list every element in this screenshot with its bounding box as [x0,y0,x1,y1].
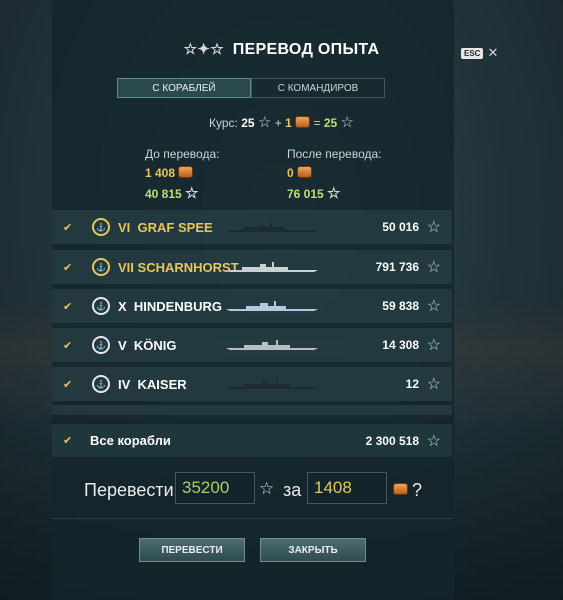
rate-equals: = [313,116,321,130]
for-label: за [283,480,302,500]
close-icon: ✕ [487,46,499,61]
question-mark: ? [412,480,423,500]
ship-row-kaiser[interactable]: ✔ ⚓ IV KAISER 12 ☆ [52,367,452,401]
checkbox-checked-icon[interactable]: ✔ [63,221,72,234]
ship-name: V KÖNIG [118,337,177,353]
checkbox-checked-icon[interactable]: ✔ [63,339,72,352]
ship-type-emblem-icon: ⚓ [92,336,110,354]
close-button[interactable]: ESC ✕ [461,47,498,60]
ship-silhouette-icon [226,261,318,272]
ship-type-emblem-icon: ⚓ [92,258,110,276]
doubloon-icon [393,483,408,495]
before-free-xp: 40 815 [145,187,182,201]
xp-star-icon: ☆ [426,298,441,315]
ship-xp: 14 308 [382,338,419,352]
ship-row-scharnhorst[interactable]: ✔ ⚓ VII SCHARNHORST 791 736 ☆ [52,250,452,284]
after-free-xp: 76 015 [287,187,324,201]
xp-star-icon: ☆ [426,259,441,276]
close-dialog-button[interactable]: ЗАКРЫТЬ [260,538,366,562]
ship-row-graf-spee[interactable]: ✔ ⚓ VI GRAF SPEE 50 016 ☆ [52,210,452,244]
ship-row-hindenburg[interactable]: ✔ ⚓ X HINDENBURG 59 838 ☆ [52,289,452,323]
xp-amount-input[interactable] [175,472,255,504]
tab-bar: С КОРАБЛЕЙ С КОМАНДИРОВ [117,78,385,98]
ship-xp: 791 736 [375,260,419,274]
checkbox-checked-icon[interactable]: ✔ [63,261,72,274]
free-xp-star-icon: ☆ [327,185,341,202]
convert-button[interactable]: ПЕРЕВЕСТИ [139,538,245,562]
rate-xp: 25 [241,116,255,130]
ship-name: IV KAISER [118,376,187,392]
doubloon-icon [178,166,194,178]
after-doubloons: 0 [287,166,294,180]
balance-after: После перевода: 0 76 015 ☆ [287,147,382,206]
ship-xp: 50 016 [382,220,419,234]
before-label: До перевода: [145,147,220,161]
ship-row-konig[interactable]: ✔ ⚓ V KÖNIG 14 308 ☆ [52,328,452,362]
xp-star-icon: ☆ [259,479,275,498]
esc-key-label: ESC [461,48,484,59]
after-label: После перевода: [287,147,382,161]
ship-type-emblem-icon: ⚓ [92,218,110,236]
doubloons-amount-input[interactable] [307,472,387,504]
ship-type-emblem-icon: ⚓ [92,375,110,393]
all-ships-label: Все корабли [90,433,171,448]
tab-from-commanders[interactable]: С КОМАНДИРОВ [251,78,385,98]
all-ships-row[interactable]: ✔ Все корабли 2 300 518 ☆ [52,424,452,457]
ship-name: X HINDENBURG [118,298,223,314]
ship-xp: 12 [405,377,419,391]
checkbox-checked-icon[interactable]: ✔ [63,378,72,391]
ship-name: VII SCHARNHORST [118,259,239,275]
ship-silhouette-icon [226,300,318,311]
doubloon-icon [295,116,311,128]
ship-xp: 59 838 [382,299,419,313]
checkbox-checked-icon[interactable]: ✔ [63,300,72,313]
ship-name: VI GRAF SPEE [118,219,213,235]
balance-before: До перевода: 1 408 40 815 ☆ [145,147,219,206]
rate-plus: + [274,116,282,130]
ship-silhouette-icon [226,222,318,232]
rate-doubloons: 1 [285,116,292,130]
all-ships-xp: 2 300 518 [365,433,419,448]
divider [52,518,452,519]
before-doubloons: 1 408 [145,166,176,180]
xp-star-icon: ☆ [257,114,272,131]
free-xp-star-icon: ☆ [340,114,354,131]
free-xp-star-icon: ☆ [185,185,199,202]
xp-star-icon: ☆ [426,337,441,354]
rate-label: Курс: [209,116,238,130]
xp-star-icon: ☆ [426,432,441,450]
xp-star-icon: ☆ [426,219,441,236]
elite-xp-stars-icon: ☆✦☆ [183,41,225,58]
doubloon-icon [297,166,313,178]
dialog-title-text: ПЕРЕВОД ОПЫТА [232,41,380,58]
ship-silhouette-icon [226,339,318,350]
rate-free-xp: 25 [323,116,338,130]
ship-type-emblem-icon: ⚓ [92,297,110,315]
convert-label: Перевести [84,480,174,500]
ship-silhouette-icon [226,378,318,389]
xp-star-icon: ☆ [426,376,441,393]
checkbox-checked-icon[interactable]: ✔ [63,434,72,447]
ship-list-scroll-overflow[interactable] [52,405,452,415]
tab-from-ships[interactable]: С КОРАБЛЕЙ [117,78,251,98]
exchange-rate: Курс: 25 ☆ + 1 = 25 ☆ [0,113,563,131]
